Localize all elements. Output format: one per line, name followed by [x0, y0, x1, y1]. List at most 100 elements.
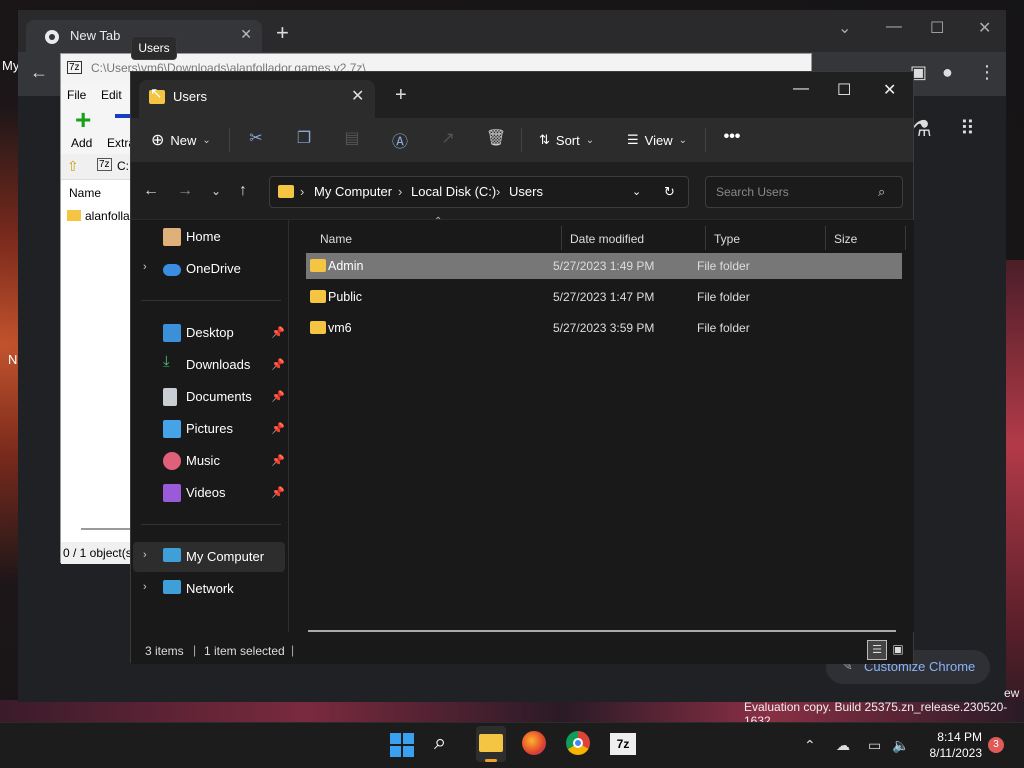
- rename-icon[interactable]: Ⓐ: [389, 128, 411, 151]
- pin-icon[interactable]: 📌: [271, 422, 285, 435]
- windows-start-icon[interactable]: [390, 733, 418, 761]
- 7zip-list-item[interactable]: alanfolla: [85, 209, 130, 223]
- up-arrow-icon[interactable]: ↑: [239, 182, 247, 200]
- taskbar-file-explorer[interactable]: [476, 726, 506, 762]
- chrome-icon[interactable]: [566, 731, 590, 755]
- forward-arrow-icon[interactable]: →: [177, 182, 193, 200]
- sidebar-item-music[interactable]: Music 📌: [133, 446, 285, 476]
- explorer-navigation-bar: ← → ⌄ ↑ › My Computer › Local Disk (C:) …: [131, 162, 913, 220]
- chevron-down-icon[interactable]: ⌄: [632, 185, 641, 198]
- recent-chevron-icon[interactable]: ⌄: [211, 184, 221, 198]
- chevron-right-icon: ›: [496, 184, 501, 199]
- paste-icon[interactable]: ▤: [341, 128, 363, 150]
- chevron-right-icon[interactable]: ›: [143, 581, 147, 593]
- maximize-icon[interactable]: ☐: [930, 18, 944, 38]
- column-header-date[interactable]: Date modified: [562, 226, 706, 250]
- sidebar-item-onedrive[interactable]: › OneDrive: [133, 254, 285, 284]
- sidebar-label: Downloads: [186, 357, 251, 372]
- copy-icon[interactable]: ❐: [293, 128, 315, 150]
- cut-icon[interactable]: ✂: [245, 128, 267, 150]
- file-row[interactable]: vm6 5/27/2023 3:59 PM File folder: [306, 315, 902, 341]
- tiles-view-icon[interactable]: ▣: [889, 640, 907, 660]
- more-options-icon[interactable]: •••: [721, 128, 743, 150]
- breadcrumb-local-disk[interactable]: Local Disk (C:): [411, 184, 496, 199]
- refresh-icon[interactable]: ↻: [664, 184, 675, 200]
- back-arrow-icon[interactable]: ←: [30, 62, 48, 83]
- explorer-tab[interactable]: Users ✕: [139, 80, 375, 118]
- column-header-name[interactable]: Name: [312, 226, 562, 250]
- 7zip-column-name[interactable]: Name: [69, 186, 101, 200]
- sidebar-item-documents[interactable]: Documents 📌: [133, 382, 285, 412]
- minus-icon: [115, 114, 131, 118]
- new-tab-icon[interactable]: +: [395, 84, 407, 107]
- desktop-icon-label[interactable]: N: [8, 352, 17, 367]
- pin-icon[interactable]: 📌: [271, 390, 285, 403]
- pin-icon[interactable]: 📌: [271, 454, 285, 467]
- onedrive-offline-icon[interactable]: ☁: [836, 737, 850, 754]
- menu-dots-icon[interactable]: ⋮: [978, 62, 996, 83]
- breadcrumb-my-computer[interactable]: My Computer: [314, 184, 392, 199]
- labs-flask-icon[interactable]: ⚗: [912, 116, 932, 142]
- pin-icon[interactable]: 📌: [271, 486, 285, 499]
- minimize-icon[interactable]: —: [886, 18, 902, 36]
- active-indicator: [485, 759, 497, 762]
- sidebar-item-network[interactable]: › Network: [133, 574, 285, 604]
- breadcrumb-users[interactable]: Users: [509, 184, 543, 199]
- notification-badge[interactable]: 3: [988, 737, 1004, 753]
- details-view-icon[interactable]: ☰: [867, 640, 887, 660]
- horizontal-scrollbar[interactable]: [308, 630, 896, 632]
- divider: [141, 300, 281, 301]
- add-button[interactable]: + Add: [69, 104, 109, 152]
- close-icon[interactable]: ✕: [351, 86, 364, 106]
- status-separator: |: [193, 643, 197, 657]
- new-button[interactable]: ⊕ New ⌄: [151, 128, 211, 152]
- firefox-icon[interactable]: [522, 731, 546, 755]
- delete-icon[interactable]: 🗑: [485, 128, 507, 150]
- file-row[interactable]: Admin 5/27/2023 1:49 PM File folder: [306, 253, 902, 279]
- pin-icon[interactable]: 📌: [271, 358, 285, 371]
- chevron-up-icon[interactable]: ⌃: [804, 737, 816, 754]
- apps-grid-icon[interactable]: ⠿: [960, 116, 975, 141]
- sidebar-item-my-computer[interactable]: › My Computer: [133, 542, 285, 572]
- column-header-type[interactable]: Type: [706, 226, 826, 250]
- desktop-icon-label[interactable]: My: [2, 58, 19, 73]
- view-button[interactable]: ☰ View ⌄: [627, 128, 687, 152]
- clock[interactable]: 8:14 PM 8/11/2023: [918, 729, 983, 761]
- new-tab-icon[interactable]: +: [276, 22, 289, 44]
- maximize-icon[interactable]: ☐: [837, 80, 851, 100]
- search-input[interactable]: [706, 177, 866, 199]
- volume-icon[interactable]: 🔈: [892, 737, 909, 754]
- close-icon[interactable]: ✕: [978, 18, 991, 38]
- sidebar-item-home[interactable]: Home: [133, 222, 285, 252]
- minimize-icon[interactable]: —: [793, 80, 809, 98]
- column-header-size[interactable]: Size: [826, 226, 906, 250]
- chevron-down-icon[interactable]: ⌄: [838, 18, 851, 38]
- sidebar-label: Music: [186, 453, 220, 468]
- pin-icon[interactable]: 📌: [271, 326, 285, 339]
- scrollbar-thumb[interactable]: [81, 528, 131, 530]
- 7zip-icon[interactable]: 7z: [610, 733, 636, 755]
- sort-button[interactable]: ⇅ Sort ⌄: [539, 128, 594, 152]
- sidebar-item-pictures[interactable]: Pictures 📌: [133, 414, 285, 444]
- file-row[interactable]: Public 5/27/2023 1:47 PM File folder: [306, 284, 902, 310]
- chevron-right-icon[interactable]: ›: [143, 261, 147, 273]
- sidebar-item-desktop[interactable]: Desktop 📌: [133, 318, 285, 348]
- desktop-wallpaper: [1004, 260, 1024, 720]
- search-icon[interactable]: ⌕: [878, 184, 885, 200]
- menu-edit[interactable]: Edit: [101, 88, 122, 102]
- network-icon[interactable]: ▭: [868, 737, 881, 754]
- 7zip-path-text[interactable]: C:: [117, 159, 129, 173]
- menu-file[interactable]: File: [67, 88, 86, 102]
- mouse-cursor-icon: ↖: [150, 85, 163, 102]
- close-icon[interactable]: ✕: [240, 26, 252, 43]
- up-folder-icon[interactable]: ⇧: [67, 158, 79, 175]
- sidebar-item-downloads[interactable]: ⤓ Downloads 📌: [133, 350, 285, 380]
- profile-icon[interactable]: ●: [942, 62, 953, 83]
- chevron-right-icon[interactable]: ›: [143, 549, 147, 561]
- close-icon[interactable]: ✕: [883, 80, 896, 100]
- sidebar-item-videos[interactable]: Videos 📌: [133, 478, 285, 508]
- search-icon[interactable]: ⌕: [434, 729, 462, 757]
- share-icon[interactable]: ↗: [437, 128, 459, 150]
- address-bar[interactable]: › My Computer › Local Disk (C:) › Users …: [269, 176, 689, 208]
- back-arrow-icon[interactable]: ←: [143, 182, 159, 200]
